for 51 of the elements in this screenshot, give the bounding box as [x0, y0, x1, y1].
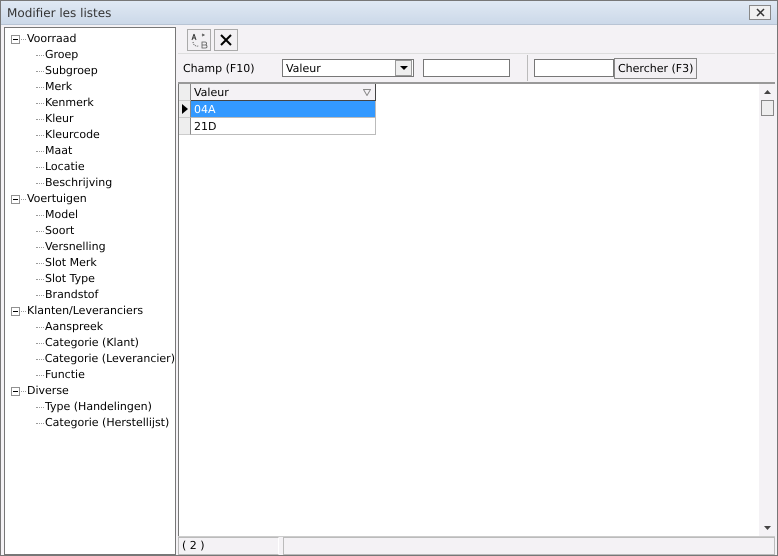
scroll-down-icon[interactable]	[764, 526, 770, 530]
search-button[interactable]: Chercher (F3)	[614, 58, 698, 78]
tree-item[interactable]: Categorie (Herstellijst)	[45, 416, 170, 430]
tree-item[interactable]: Slot Merk	[45, 256, 97, 270]
tree-item[interactable]: Categorie (Klant)	[45, 336, 139, 350]
collapse-icon[interactable]	[11, 306, 20, 316]
tree-item[interactable]: Type (Handelingen)	[45, 400, 152, 414]
collapse-icon[interactable]	[11, 386, 20, 396]
table-cell[interactable]: 21D	[191, 118, 376, 135]
tree-item[interactable]: Kenmerk	[45, 96, 94, 110]
tree-item[interactable]: Locatie	[45, 160, 85, 174]
tree-item[interactable]: Kleur	[45, 112, 74, 126]
tree-item[interactable]: Versnelling	[45, 240, 106, 254]
filter-icon[interactable]	[363, 88, 371, 96]
tree-item[interactable]: Diverse	[27, 384, 69, 398]
tree-item[interactable]: Voertuigen	[27, 192, 87, 206]
record-count: ( 2 )	[178, 537, 279, 555]
scroll-up-icon[interactable]	[764, 90, 770, 94]
tree-item[interactable]: Subgroep	[45, 64, 98, 78]
dropdown-arrow-icon	[400, 66, 408, 70]
tree-item[interactable]: Soort	[45, 224, 74, 238]
tree-item[interactable]: Voorraad	[27, 32, 76, 46]
tree-item[interactable]: Beschrijving	[45, 176, 112, 190]
search-input[interactable]	[534, 59, 614, 77]
row-header[interactable]	[179, 101, 191, 118]
field-dropdown[interactable]: Valeur	[282, 59, 414, 77]
tree-item[interactable]: Model	[45, 208, 78, 222]
tree-item[interactable]: Aanspreek	[45, 320, 104, 334]
tree-item[interactable]: Kleurcode	[45, 128, 100, 142]
tree-item[interactable]: Groep	[45, 48, 78, 62]
tree-item[interactable]: Functie	[45, 368, 85, 382]
vertical-scrollbar[interactable]	[759, 84, 775, 536]
window-title: Modifier les listes	[7, 6, 112, 20]
tree-item[interactable]: Merk	[45, 80, 72, 94]
close-icon	[756, 8, 764, 17]
collapse-icon[interactable]	[11, 194, 20, 204]
current-row-icon	[182, 104, 188, 114]
filter-input[interactable]	[423, 59, 510, 77]
scroll-thumb[interactable]	[760, 100, 774, 116]
tree-item[interactable]: Slot Type	[45, 272, 95, 286]
row-header	[179, 84, 191, 101]
close-button[interactable]	[749, 5, 771, 20]
collapse-icon[interactable]	[11, 34, 20, 44]
field-label: Champ (F10)	[183, 62, 256, 74]
tree-item[interactable]: Klanten/Leveranciers	[27, 304, 144, 318]
delete-icon[interactable]	[214, 29, 238, 51]
column-header[interactable]: Valeur	[191, 84, 376, 101]
tree-item[interactable]: Brandstof	[45, 288, 98, 302]
tree-item[interactable]: Maat	[45, 144, 72, 158]
tree-item[interactable]: Categorie (Leverancier)	[44, 352, 175, 366]
swap-icon[interactable]	[187, 29, 211, 51]
